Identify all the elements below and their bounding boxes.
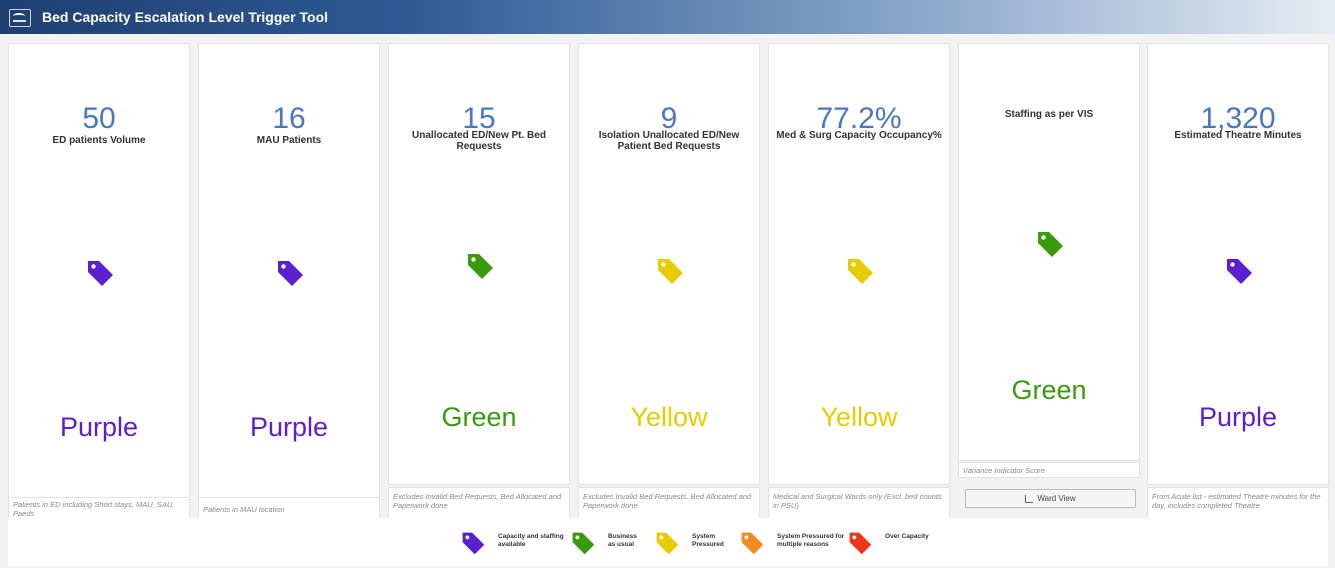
- tag-icon: [572, 532, 595, 555]
- kpi-label: MAU Patients: [256, 135, 322, 146]
- kpi-card-isolation-requests: 9 Isolation Unallocated ED/New Patient B…: [578, 43, 760, 485]
- kpi-label: Isolation Unallocated ED/New Patient Bed…: [598, 130, 740, 152]
- kpi-card-unallocated-requests: 15 Unallocated ED/New Pt. Bed Requests G…: [388, 43, 570, 485]
- kpi-label: Med & Surg Capacity Occupancy%: [776, 130, 942, 141]
- title-bar: Bed Capacity Escalation Level Trigger To…: [0, 0, 1335, 34]
- ward-view-button[interactable]: Ward View: [965, 489, 1136, 508]
- kpi-value: 16: [272, 102, 306, 135]
- card-footer-note: Variance Indicator Score: [958, 462, 1140, 478]
- tag-icon: [849, 532, 872, 555]
- card-footer-note: Medical and Surgical Wards only (Excl. b…: [768, 487, 950, 519]
- ward-view-label: Ward View: [1037, 494, 1076, 503]
- page-title: Bed Capacity Escalation Level Trigger To…: [42, 9, 329, 25]
- kpi-card-occupancy: 77.2% Med & Surg Capacity Occupancy% Yel…: [768, 43, 950, 485]
- bar-chart-icon: [1025, 494, 1034, 503]
- kpi-label: Estimated Theatre Minutes: [1174, 130, 1302, 141]
- status-text: Yellow: [820, 402, 898, 432]
- card-footer-note: Excludes Invalid Bed Requests, Bed Alloc…: [388, 487, 570, 519]
- status-text: Purple: [1198, 402, 1278, 432]
- card-footer-note: From Acute list - estimated Theatre minu…: [1147, 487, 1329, 519]
- tag-icon: [468, 254, 493, 279]
- card-footer-note: Excludes Invalid Bed Requests, Bed Alloc…: [578, 487, 760, 519]
- kpi-card-mau-patients: 16 MAU Patients Purple: [198, 43, 380, 498]
- kpi-label: Unallocated ED/New Pt. Bed Requests: [412, 130, 546, 152]
- legend-label: Capacity and staffing available: [498, 533, 564, 548]
- tag-icon: [1038, 232, 1063, 257]
- tag-icon: [88, 261, 113, 286]
- status-text: Purple: [59, 412, 139, 442]
- legend: Capacity and staffing available Business…: [8, 518, 1328, 566]
- status-text: Green: [1011, 375, 1087, 405]
- status-text: Green: [441, 402, 517, 432]
- legend-label: Over Capacity: [885, 533, 929, 540]
- tag-icon: [278, 261, 303, 286]
- tag-icon: [1227, 259, 1252, 284]
- card-footer-note: Patients in MAU location: [198, 497, 380, 519]
- logo-icon: [9, 9, 31, 27]
- tag-icon: [848, 259, 873, 284]
- kpi-value: 50: [82, 102, 116, 135]
- legend-label: System Pressured for multiple reasons: [777, 533, 845, 548]
- kpi-label: ED patients Volume: [52, 135, 146, 146]
- tag-icon: [658, 259, 683, 284]
- kpi-card-staffing: Staffing as per VIS Green: [958, 43, 1140, 461]
- card-footer-note: Patients in ED including Short stays, MA…: [8, 497, 190, 519]
- kpi-card-ed-volume: 50 ED patients Volume Purple: [8, 43, 190, 498]
- status-text: Purple: [249, 412, 329, 442]
- legend-label: System Pressured: [692, 533, 724, 548]
- status-text: Yellow: [630, 402, 708, 432]
- tag-icon: [656, 532, 679, 555]
- kpi-card-theatre-minutes: 1,320 Estimated Theatre Minutes Purple: [1147, 43, 1329, 485]
- tag-icon: [462, 532, 485, 555]
- legend-label: Business as usual: [608, 533, 637, 548]
- kpi-label: Staffing as per VIS: [1004, 109, 1094, 120]
- tag-icon: [741, 532, 764, 555]
